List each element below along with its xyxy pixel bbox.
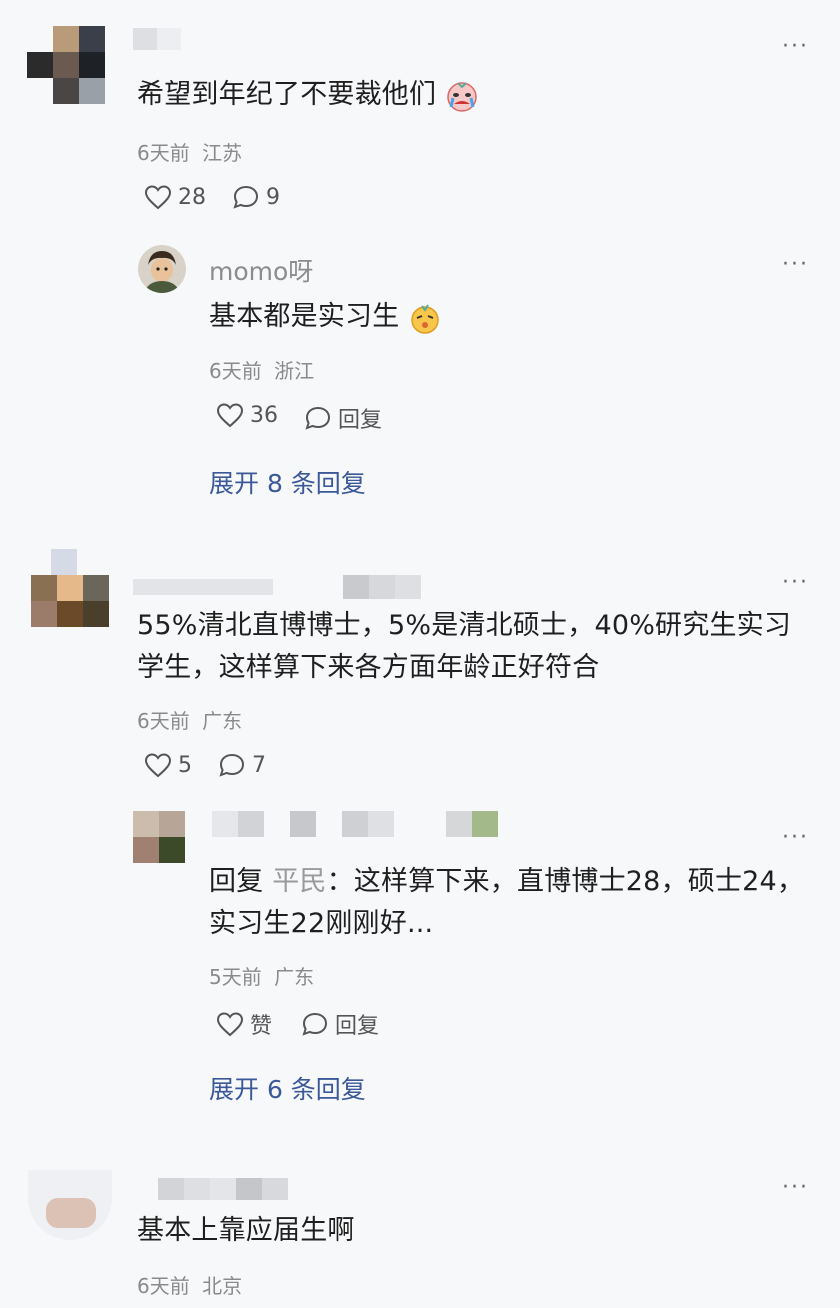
more-options-icon[interactable]: ··· (782, 252, 809, 277)
comment-text: 希望到年纪了不要裁他们 (137, 74, 479, 116)
like-button[interactable]: 赞 (216, 1008, 272, 1040)
expand-replies-link[interactable]: 展开 8 条回复 (209, 464, 366, 500)
user-avatar-blurred[interactable] (28, 1170, 112, 1240)
username-blurred[interactable] (158, 1178, 298, 1202)
comment-meta: 6天前 广东 (137, 705, 242, 734)
reply-body: ：这样算下来，直博博士28，硕士24， (326, 866, 805, 897)
heart-icon (216, 1011, 244, 1037)
more-options-icon[interactable]: ··· (782, 825, 809, 850)
comment-bubble-icon (218, 752, 246, 778)
like-count: 5 (178, 752, 192, 778)
reply-time: 5天前 (209, 965, 262, 989)
reply-button[interactable]: 回复 (304, 402, 382, 434)
reply-count: 7 (252, 752, 266, 778)
reply-body: 基本都是实习生 (209, 301, 400, 332)
comment-body-line2: 学生，这样算下来各方面年龄正好符合 (137, 652, 600, 683)
reply-location: 浙江 (274, 359, 315, 383)
comment-location: 广东 (202, 709, 243, 733)
like-button[interactable]: 36 (216, 402, 278, 428)
comment-bubble-icon (301, 1011, 329, 1037)
reply-prefix: 回复 (209, 866, 264, 897)
user-avatar-pixelated[interactable] (133, 811, 185, 863)
reply-time: 6天前 (209, 359, 262, 383)
reply-body-line2: 实习生22刚刚好... (209, 908, 434, 939)
like-count: 36 (250, 402, 278, 428)
comment-meta: 6天前 北京 (137, 1270, 242, 1299)
reply-text: 回复 平民：这样算下来，直博博士28，硕士24， 实习生22刚刚好... (209, 861, 804, 945)
comment-time: 6天前 (137, 1274, 190, 1298)
comment-body: 希望到年纪了不要裁他们 (137, 79, 437, 110)
reply-button[interactable]: 9 (232, 184, 280, 210)
comment-meta: 6天前 江苏 (137, 137, 242, 166)
comment-bubble-icon (304, 405, 332, 431)
reply-count: 9 (266, 184, 280, 210)
heart-icon (144, 184, 172, 210)
mischievous-face-emoji (408, 301, 442, 335)
like-count: 28 (178, 184, 206, 210)
more-options-icon[interactable]: ··· (782, 1175, 809, 1200)
comment-time: 6天前 (137, 709, 190, 733)
like-label: 赞 (250, 1014, 273, 1039)
reply-target-username[interactable]: 平民 (272, 866, 326, 897)
user-avatar[interactable] (138, 245, 186, 293)
reply-meta: 6天前 浙江 (209, 355, 314, 384)
comment-body-line1: 55%清北直博博士，5%是清北硕士，40%研究生实习 (137, 610, 792, 641)
username-blurred[interactable] (212, 811, 502, 837)
user-avatar-pixelated[interactable] (27, 26, 111, 104)
like-button[interactable]: 28 (144, 184, 206, 210)
comment-location: 江苏 (202, 141, 243, 165)
username-blurred[interactable] (133, 28, 213, 50)
comment-bubble-icon (232, 184, 260, 210)
reply-button[interactable]: 7 (218, 752, 266, 778)
comment-time: 6天前 (137, 141, 190, 165)
reply-location: 广东 (274, 965, 315, 989)
username-blurred[interactable] (133, 575, 433, 599)
reply-button[interactable]: 回复 (301, 1008, 379, 1040)
reply-username[interactable]: momo呀 (209, 252, 313, 288)
crying-face-emoji (445, 79, 479, 113)
more-options-icon[interactable]: ··· (782, 34, 809, 59)
user-avatar-pixelated[interactable] (31, 549, 109, 629)
expand-replies-link[interactable]: 展开 6 条回复 (209, 1070, 366, 1106)
comment-text: 55%清北直博博士，5%是清北硕士，40%研究生实习 学生，这样算下来各方面年龄… (137, 605, 791, 689)
reply-body-line1: 回复 平民：这样算下来，直博博士28，硕士24， (209, 861, 804, 903)
comment-location: 北京 (202, 1274, 243, 1298)
like-button[interactable]: 5 (144, 752, 192, 778)
reply-label: 回复 (338, 408, 383, 433)
more-options-icon[interactable]: ··· (782, 570, 809, 595)
reply-label: 回复 (335, 1014, 380, 1039)
heart-icon (144, 752, 172, 778)
reply-text: 基本都是实习生 (209, 296, 442, 338)
reply-meta: 5天前 广东 (209, 961, 314, 990)
comment-text: 基本上靠应届生啊 (137, 1215, 355, 1246)
heart-icon (216, 402, 244, 428)
